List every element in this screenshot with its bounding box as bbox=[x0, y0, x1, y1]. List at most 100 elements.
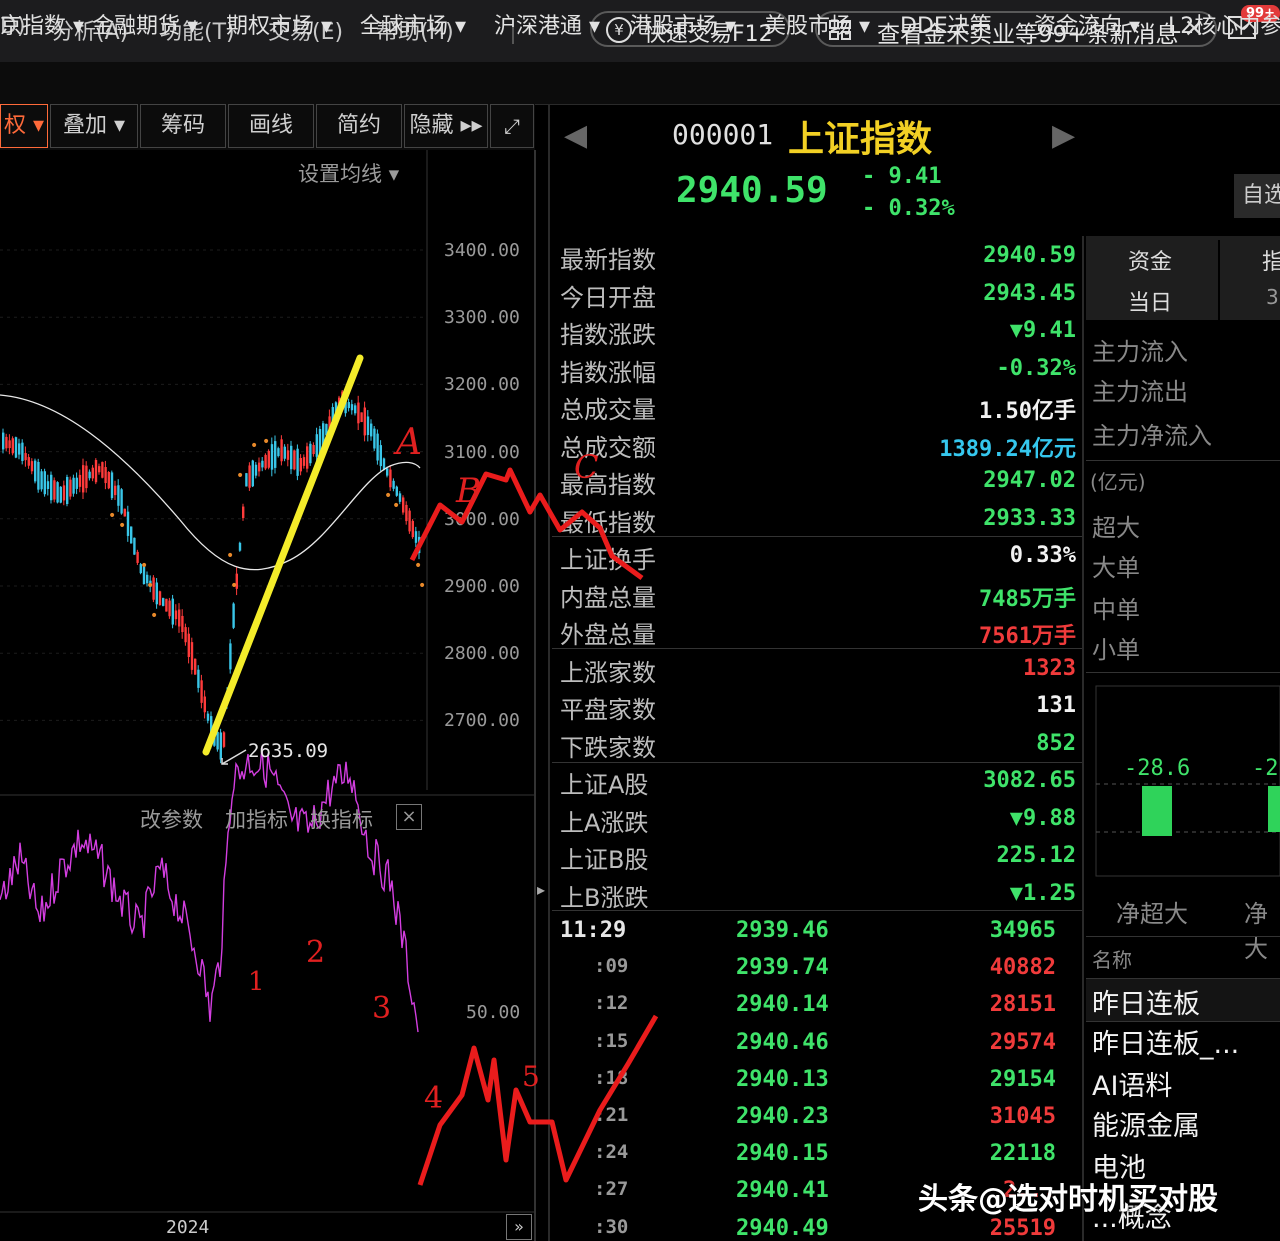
nav-bj-index[interactable]: 京指数 ▾ bbox=[0, 8, 84, 40]
nav-connect[interactable]: 沪深港通 ▾ bbox=[494, 8, 600, 40]
list-item[interactable]: AI语料 bbox=[1092, 1064, 1172, 1103]
scroll-right-icon[interactable]: » bbox=[506, 1214, 532, 1240]
tick-time: 11:29 bbox=[560, 918, 627, 943]
tab-simple[interactable]: 简约 bbox=[316, 104, 402, 148]
prev-stock-icon[interactable]: ◀ bbox=[564, 118, 587, 153]
candle-body bbox=[110, 472, 114, 499]
list-item[interactable]: 昨日连板_... bbox=[1092, 1022, 1239, 1061]
tick-time: :18 bbox=[594, 1066, 629, 1089]
tick-price: 2940.13 bbox=[736, 1066, 829, 1092]
candle-body bbox=[126, 511, 130, 536]
candle-body bbox=[11, 438, 14, 454]
td-count-marker: • bbox=[140, 558, 148, 574]
candle-body bbox=[418, 536, 421, 554]
tab-fund[interactable]: 资金 bbox=[1128, 244, 1172, 276]
stat-value: ▼9.88 bbox=[1009, 806, 1076, 831]
size-xl: 超大 bbox=[1092, 514, 1140, 542]
nav-dde[interactable]: DDE决策 bbox=[900, 8, 992, 40]
next-stock-icon[interactable]: ▶ bbox=[1052, 118, 1075, 153]
candle-body bbox=[14, 437, 18, 458]
candle-body bbox=[30, 461, 34, 472]
y-tick-label: 2700.00 bbox=[444, 710, 520, 732]
tab-overlay[interactable]: 叠加 ▾ bbox=[50, 104, 138, 148]
stat-value: 0.33% bbox=[1009, 543, 1076, 568]
list-item[interactable]: 能源金属 bbox=[1092, 1104, 1200, 1143]
main-net-label: 主力净流入 bbox=[1092, 422, 1212, 450]
stat-value: 2943.45 bbox=[983, 281, 1076, 306]
add-watchlist-button[interactable]: 自选 bbox=[1234, 174, 1280, 218]
candle-body bbox=[200, 680, 203, 703]
candle-body bbox=[155, 582, 158, 605]
tick-time: :27 bbox=[594, 1178, 629, 1201]
low-price-label: 2635.09 bbox=[248, 740, 329, 762]
candle-body bbox=[165, 598, 168, 612]
tick-volume: 29154 bbox=[989, 1066, 1056, 1092]
candle-body bbox=[117, 485, 120, 506]
stat-label: 外盘总量 bbox=[560, 621, 656, 649]
y-tick-label: 3000.00 bbox=[444, 508, 520, 530]
btn-add-indicator[interactable]: 加指标 bbox=[225, 804, 288, 834]
panel-divider bbox=[548, 104, 550, 1241]
td-count-marker: • bbox=[418, 578, 426, 594]
fund-unit: (亿元) bbox=[1090, 470, 1146, 494]
nav-l2[interactable]: L2核心内参 bbox=[1168, 8, 1280, 40]
candle-body bbox=[206, 713, 210, 721]
candle-body bbox=[373, 428, 376, 449]
bar-net-l bbox=[1268, 786, 1280, 832]
stat-label: 指数涨跌 bbox=[560, 321, 656, 349]
btn-edit-params[interactable]: 改参数 bbox=[140, 804, 203, 834]
td-count-marker: • bbox=[226, 548, 234, 564]
stat-label: 上涨家数 bbox=[560, 659, 656, 687]
tick-price: 2940.14 bbox=[736, 992, 829, 1018]
btn-change-indicator[interactable]: 换指标 bbox=[310, 804, 373, 834]
collapse-handle-icon[interactable]: ▸ bbox=[537, 880, 547, 910]
nav-financial-futures[interactable]: 金融期货 ▾ bbox=[92, 8, 198, 40]
candle-body bbox=[187, 633, 190, 657]
candle-body bbox=[264, 454, 267, 469]
candle-body bbox=[280, 439, 283, 462]
candle-body bbox=[248, 465, 251, 488]
tab-chips[interactable]: 筹码 bbox=[140, 104, 226, 148]
fund-sep bbox=[1086, 460, 1280, 461]
fund-panel-header bbox=[1086, 236, 1280, 320]
candle-body bbox=[226, 692, 229, 704]
candle-body bbox=[158, 591, 162, 606]
nav-options[interactable]: 期权市场 ▾ bbox=[226, 8, 332, 40]
tab-index-value: 3 bbox=[1266, 285, 1279, 309]
candle-body bbox=[238, 542, 242, 551]
close-indicator-icon[interactable]: × bbox=[396, 804, 422, 830]
td-count-marker: • bbox=[250, 438, 258, 454]
candle-body bbox=[290, 445, 293, 470]
fullscreen-icon[interactable]: ⤢ bbox=[490, 104, 534, 148]
stat-value: 7485万手 bbox=[979, 587, 1076, 612]
bar-value-xl: -28.6 bbox=[1124, 756, 1191, 781]
tab-draw[interactable]: 画线 bbox=[228, 104, 314, 148]
tick-time: :30 bbox=[594, 1215, 629, 1238]
nav-fund-flow[interactable]: 资金流向 ▾ bbox=[1034, 8, 1140, 40]
tick-volume: 28151 bbox=[989, 992, 1056, 1018]
candle-body bbox=[363, 407, 366, 436]
tab-hide[interactable]: 隐藏 ▸▸ bbox=[404, 104, 488, 148]
td-count-marker: • bbox=[230, 578, 238, 594]
candle-body bbox=[395, 486, 398, 496]
candle-body bbox=[405, 504, 408, 522]
tab-index[interactable]: 指 bbox=[1262, 244, 1280, 276]
nav-us[interactable]: 美股市场 ▾ bbox=[764, 8, 870, 40]
stat-label: 总成交额 bbox=[560, 434, 656, 462]
stat-label: 上证B股 bbox=[560, 846, 649, 874]
list-item[interactable]: 昨日连板 bbox=[1092, 982, 1200, 1021]
candle-body bbox=[72, 477, 75, 494]
candle-body bbox=[5, 436, 8, 449]
bar-label-l: 净大 bbox=[1244, 900, 1268, 963]
tab-today[interactable]: 当日 bbox=[1128, 285, 1172, 317]
row-separator bbox=[552, 648, 1082, 649]
news-button[interactable]: 查看金禾实业等99+条新消息 × bbox=[815, 11, 1217, 48]
candle-body bbox=[232, 603, 235, 628]
candle-body bbox=[306, 446, 309, 469]
candle-body bbox=[277, 448, 280, 457]
tab-adjust[interactable]: 权 ▾ bbox=[0, 104, 48, 148]
price-change-pct: - 0.32% bbox=[862, 196, 955, 221]
stock-code: 000001 bbox=[672, 118, 774, 151]
nav-global[interactable]: 全球市场 ▾ bbox=[360, 8, 466, 40]
nav-hk[interactable]: 港股市场 ▾ bbox=[630, 8, 736, 40]
